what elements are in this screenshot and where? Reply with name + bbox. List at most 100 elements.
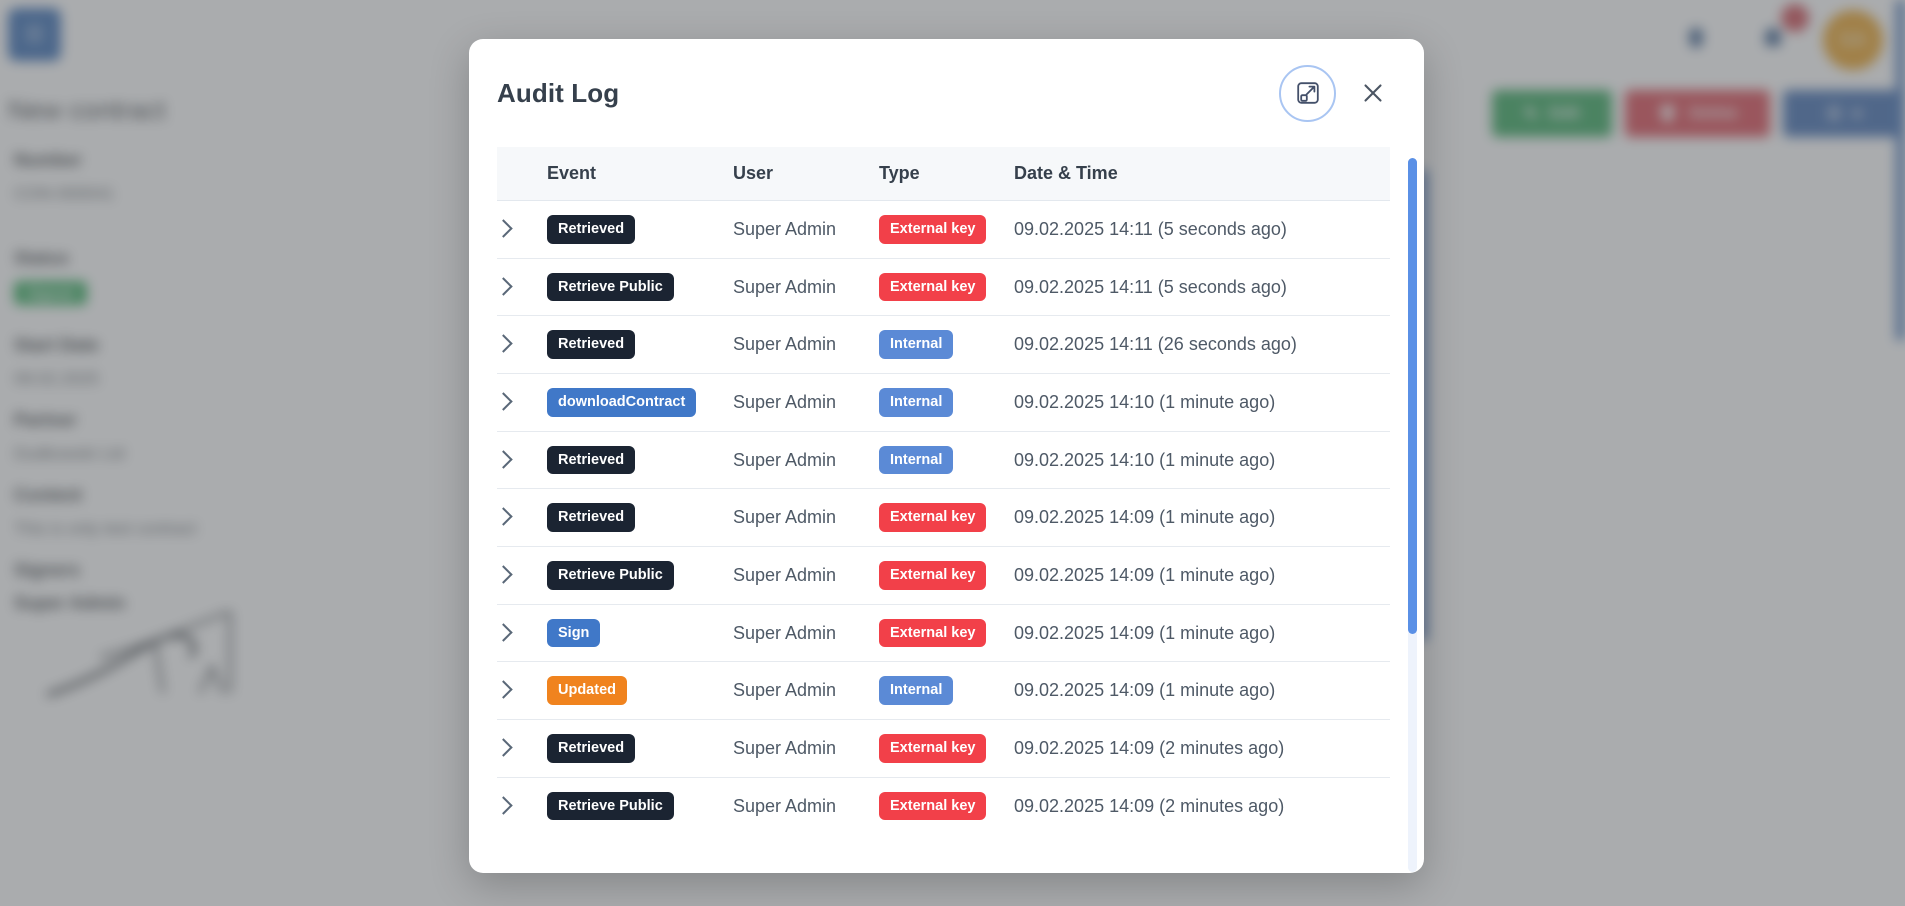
event-badge: Retrieve Public [547,273,674,302]
modal-header-actions [1279,65,1390,122]
chevron-right-icon[interactable] [494,277,512,295]
type-badge: External key [879,273,986,302]
close-icon [1361,81,1385,105]
user-cell: Super Admin [733,604,879,662]
type-badge: External key [879,215,986,244]
chevron-right-icon[interactable] [494,565,512,583]
event-cell: Retrieved [547,431,733,489]
type-badge: Internal [879,446,953,475]
chevron-right-icon[interactable] [494,392,512,410]
scrollbar-thumb[interactable] [1408,158,1417,634]
chevron-right-icon[interactable] [494,450,512,468]
event-badge: Retrieved [547,503,635,532]
user-cell: Super Admin [733,258,879,316]
chevron-right-icon[interactable] [494,681,512,699]
audit-log-modal: Audit Log Event [469,39,1424,873]
expand-icon-button[interactable] [1279,65,1336,122]
column-header-datetime[interactable]: Date & Time [1014,147,1390,201]
table-row[interactable]: downloadContract Super AdminInternal 09.02… [497,374,1390,432]
table-row[interactable]: Retrieve PublicSuper AdminExternal key09… [497,547,1390,605]
row-expand-cell[interactable] [497,316,547,374]
user-cell: Super Admin [733,720,879,778]
type-badge: External key [879,619,986,648]
event-badge: Updated [547,676,627,705]
user-cell: Super Admin [733,316,879,374]
table-row[interactable]: Retrieve Public Super AdminExternal key 09… [497,258,1390,316]
datetime-cell: 09.02.2025 14:11 (5 seconds ago) [1014,201,1390,259]
chevron-right-icon[interactable] [494,334,512,352]
chevron-right-icon[interactable] [494,219,512,237]
table-row[interactable]: Sign Super AdminExternal key 09.02.2025 14… [497,604,1390,662]
chevron-right-icon[interactable] [494,738,512,756]
row-expand-cell[interactable] [497,777,547,834]
type-badge: Internal [879,330,953,359]
row-expand-cell[interactable] [497,547,547,605]
chevron-right-icon[interactable] [494,796,512,814]
user-cell: Super Admin [733,777,879,834]
datetime-cell: 09.02.2025 14:09 (1 minute ago) [1014,489,1390,547]
table-row[interactable]: RetrievedSuper AdminExternal key09.02.20… [497,489,1390,547]
audit-log-table-container[interactable]: Event User Type Date & Time Retrieved Sup… [469,147,1424,873]
type-cell: Internal [879,316,1014,374]
event-cell: Updated [547,662,733,720]
datetime-cell: 09.02.2025 14:09 (2 minutes ago) [1014,720,1390,778]
row-expand-cell[interactable] [497,489,547,547]
type-badge: External key [879,503,986,532]
datetime-cell: 09.02.2025 14:11 (26 seconds ago) [1014,316,1390,374]
table-row[interactable]: Retrieved Super AdminInternal 09.02.2025 1… [497,431,1390,489]
table-row[interactable]: UpdatedSuper AdminInternal09.02.2025 14:… [497,662,1390,720]
event-cell: Retrieve Public [547,547,733,605]
user-cell: Super Admin [733,374,879,432]
type-badge: Internal [879,676,953,705]
datetime-cell: 09.02.2025 14:10 (1 minute ago) [1014,374,1390,432]
type-badge: External key [879,561,986,590]
event-badge: Retrieve Public [547,792,674,821]
table-row[interactable]: RetrievedSuper AdminExternal key09.02.20… [497,201,1390,259]
column-header-expand [497,147,547,201]
event-badge: Retrieve Public [547,561,674,590]
event-badge: Sign [547,619,600,648]
modal-header: Audit Log [469,39,1424,147]
datetime-cell: 09.02.2025 14:09 (1 minute ago) [1014,547,1390,605]
type-cell: Internal [879,662,1014,720]
expand-icon [1297,82,1319,104]
user-cell: Super Admin [733,431,879,489]
column-header-type[interactable]: Type [879,147,1014,201]
row-expand-cell[interactable] [497,720,547,778]
datetime-cell: 09.02.2025 14:09 (1 minute ago) [1014,604,1390,662]
type-badge: External key [879,792,986,821]
row-expand-cell[interactable] [497,374,547,432]
table-header-row: Event User Type Date & Time [497,147,1390,201]
event-badge: Retrieved [547,446,635,475]
user-cell: Super Admin [733,201,879,259]
row-expand-cell[interactable] [497,258,547,316]
event-badge: Retrieved [547,734,635,763]
type-cell: External key [879,201,1014,259]
type-cell: Internal [879,431,1014,489]
event-cell: Sign [547,604,733,662]
datetime-cell: 09.02.2025 14:10 (1 minute ago) [1014,431,1390,489]
audit-log-table: Event User Type Date & Time Retrieved Sup… [497,147,1390,834]
event-badge: Retrieved [547,330,635,359]
chevron-right-icon[interactable] [494,623,512,641]
table-row[interactable]: Retrieved Super AdminInternal 09.02.2025 1… [497,316,1390,374]
row-expand-cell[interactable] [497,662,547,720]
close-button[interactable] [1356,76,1390,110]
chevron-right-icon[interactable] [494,507,512,525]
event-badge: downloadContract [547,388,696,417]
row-expand-cell[interactable] [497,201,547,259]
event-cell: Retrieved [547,720,733,778]
row-expand-cell[interactable] [497,431,547,489]
type-cell: Internal [879,374,1014,432]
type-cell: External key [879,720,1014,778]
user-cell: Super Admin [733,662,879,720]
column-header-user[interactable]: User [733,147,879,201]
column-header-event[interactable]: Event [547,147,733,201]
datetime-cell: 09.02.2025 14:11 (5 seconds ago) [1014,258,1390,316]
table-row[interactable]: Retrieve PublicSuper AdminExternal key09… [497,777,1390,834]
type-cell: External key [879,777,1014,834]
type-cell: External key [879,258,1014,316]
type-badge: Internal [879,388,953,417]
table-row[interactable]: Retrieved Super AdminExternal key09.02.20… [497,720,1390,778]
row-expand-cell[interactable] [497,604,547,662]
